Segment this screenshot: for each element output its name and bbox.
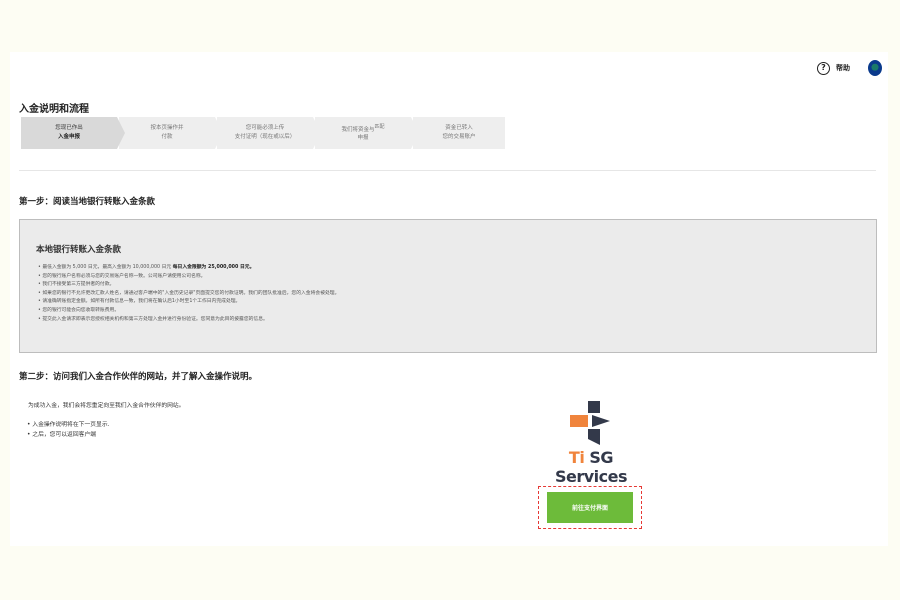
step-line1: 我们将资金与匹配 — [341, 123, 384, 135]
step-match: 我们将资金与匹配 申报 — [315, 117, 419, 149]
terms-box: 本地银行转账入金条款 最低入金额为 5,000 日元，最高入金额为 10,000… — [19, 219, 877, 353]
step-transferred: 资金已转入 您的交易账户 — [413, 117, 505, 149]
step-upload-proof: 您可能必须上传 支付证明（现在或以后） — [217, 117, 321, 149]
step-line2: 您的交易账户 — [442, 134, 476, 140]
step-line1: 资金已转入 — [445, 125, 473, 132]
list-item: 我们不接受第三方提供者的付款。 — [38, 281, 339, 290]
partner-brand-name: Ti SG Services — [535, 448, 647, 486]
list-item: 请准确转账指定金额。如所有付款信息一致，我们将在确认后1小时至1个工作日内完成处… — [38, 298, 339, 307]
page-title: 入金说明和流程 — [19, 104, 89, 115]
step-line1: 按本页操作并 — [150, 125, 184, 132]
step-pay: 按本页操作并 付款 — [119, 117, 223, 149]
main-card: ? 帮助 入金说明和流程 您现已作出 入金申报 按本页操作并 付款 您可能必须上… — [10, 52, 888, 546]
step-declared: 您现已作出 入金申报 — [21, 117, 125, 149]
step2-bullets: 入金操作说明将在下一页显示. 之后，您可以返回客户端 — [27, 420, 109, 440]
help-icon[interactable]: ? — [817, 61, 830, 75]
list-item: 您的银行账户名称必须与您的交易账户名称一致。公司账户请使用公司名称。 — [38, 273, 339, 282]
section-divider — [19, 170, 876, 171]
step-line1-text: 我们将资金与 — [341, 126, 375, 133]
brand-rest: SG Services — [554, 448, 628, 486]
step-line2: 申报 — [357, 135, 369, 142]
step-line2: 付款 — [161, 134, 173, 140]
step2-intro: 为成功入金，我们会将您重定向至我们入金合作伙伴的网站。 — [28, 403, 185, 409]
list-item: 您的银行可能会向您收取转账费用。 — [38, 307, 339, 316]
list-item: 入金操作说明将在下一页显示. — [27, 420, 109, 430]
term-text: 最低入金额为 5,000 日元，最高入金额为 10,000,000 日元 — [42, 265, 173, 270]
terms-list: 最低入金额为 5,000 日元，最高入金额为 10,000,000 日元 每日入… — [38, 264, 339, 324]
progress-steps: 您现已作出 入金申报 按本页操作并 付款 您可能必须上传 支付证明（现在或以后）… — [21, 117, 507, 149]
term-bold: 每日入金限额为 25,000,000 日元。 — [172, 265, 255, 270]
list-item: 提交此入金请求即表示您授权相关机构和第三方处理入金并进行身份验证。您同意为此目的… — [38, 316, 339, 325]
step-line1: 您现已作出 — [55, 125, 83, 132]
top-bar: ? 帮助 — [817, 60, 882, 76]
step-line2: 入金申报 — [57, 134, 80, 140]
list-item: 之后，您可以返回客户端 — [27, 430, 109, 440]
partner-logo-icon — [570, 401, 610, 445]
step-line2: 支付证明（现在或以后） — [234, 134, 296, 140]
terms-title: 本地银行转账入金条款 — [36, 245, 122, 255]
step1-heading: 第一步：阅读当地银行转账入金条款 — [19, 197, 156, 207]
go-to-payment-button[interactable]: 前往支付界面 — [547, 492, 633, 523]
step2-heading: 第二步：访问我们入金合作伙伴的网站，并了解入金操作说明。 — [19, 372, 258, 382]
list-item: 最低入金额为 5,000 日元，最高入金额为 10,000,000 日元 每日入… — [38, 264, 339, 273]
step-line1: 您可能必须上传 — [245, 125, 285, 132]
brand-accent: Ti — [568, 448, 585, 467]
avatar[interactable] — [868, 60, 882, 76]
step-line1-small: 匹配 — [374, 123, 385, 130]
help-link[interactable]: 帮助 — [836, 63, 850, 73]
list-item: 如果您的银行不允许更改汇款人姓名，请通过客户端中的"入金历史记录"页面提交您的付… — [38, 290, 339, 299]
